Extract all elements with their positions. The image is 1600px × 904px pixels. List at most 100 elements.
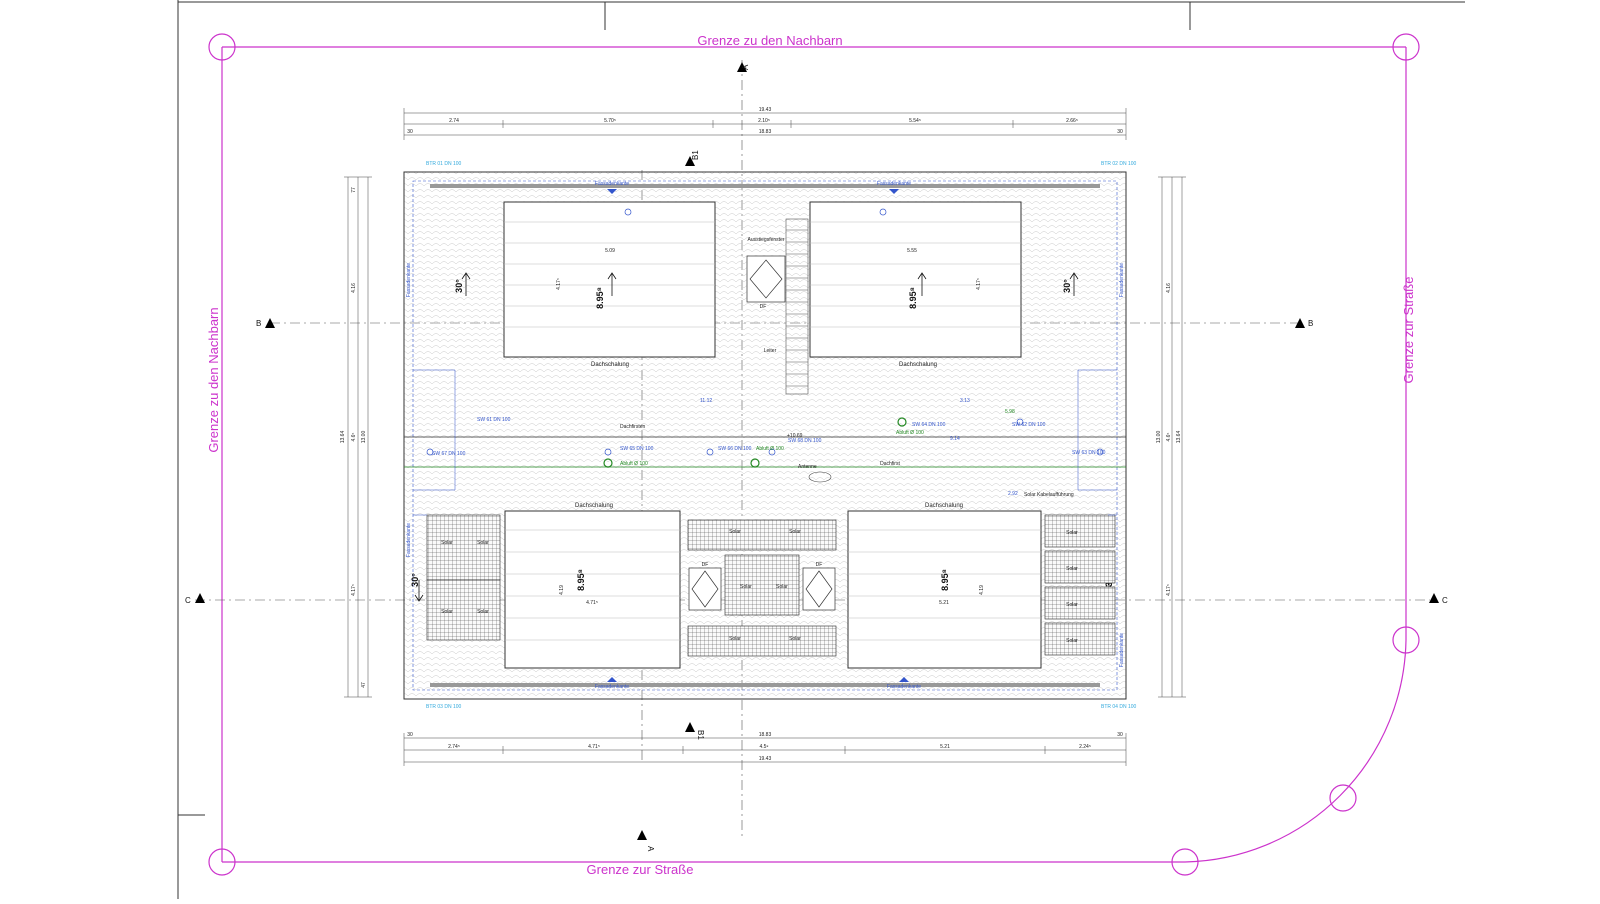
eave-height-top-left: 8.95⁸ <box>595 287 605 309</box>
abluft-label-1: Abluft Ø 100 <box>620 461 648 467</box>
dim-top-left-height: 4.17⁵ <box>556 278 562 290</box>
section-label-c-left: C <box>185 596 191 605</box>
drain-label-8: SW 68 DN 100 <box>788 438 822 444</box>
facade-label-top-left: Fassadenkante <box>595 181 629 187</box>
shell-label-bottom-right: Dachschalung <box>925 503 963 509</box>
facade-label-left-top: Fassadenkante <box>406 263 412 297</box>
section-label-c-right: C <box>1442 596 1448 605</box>
shell-label-top-left: Dachschalung <box>591 362 629 368</box>
facade-label-right-bottom: Fassadenkante <box>1119 633 1125 667</box>
eave-height-bottom-right: 8.95⁸ <box>940 569 950 591</box>
pitch-top-left: 30° <box>454 279 464 293</box>
drain-label-1: SW 61 DN 100 <box>477 417 511 423</box>
roof-plan-svg: Grenze zu den Nachbarn Grenze zur Straße… <box>177 0 1465 899</box>
top-right-shell <box>809 201 1022 358</box>
abluft-label-2: Abluft Ø 100 <box>756 446 784 452</box>
eave-height-bottom-left: 8.95⁸ <box>576 569 586 591</box>
dim-left-b: 4.6⁵ <box>351 432 357 441</box>
section-label-b-left: B <box>256 319 261 328</box>
ladder-label: Leiter <box>764 348 777 354</box>
drain-label-5: SW 65 DN 100 <box>620 446 654 452</box>
boundary-corner-marker <box>1329 784 1357 812</box>
skylight-df-right: DF <box>816 562 823 568</box>
drain-label-7: SW 67 DN 100 <box>432 451 466 457</box>
pitch-top-right: 30° <box>1062 279 1072 293</box>
dim-left-inner: 13.00 <box>361 431 367 444</box>
dim-top-left-width: 5.09 <box>605 248 615 254</box>
dim-bottom-total: 19.43 <box>759 756 772 762</box>
dim-right-a: 4.16 <box>1166 283 1172 293</box>
antenna-label: Antenne <box>798 464 817 470</box>
dim-top-right-height: 4.17⁵ <box>976 278 982 290</box>
dim-bottom-left-height: 4.19 <box>559 585 565 595</box>
boundary-label-left: Grenze zu den Nachbarn <box>206 307 221 452</box>
solar-label: Solar <box>477 609 489 615</box>
roof-plan-drawing: Grenze zu den Nachbarn Grenze zur Straße… <box>0 0 1600 899</box>
solar-label: Solar <box>441 540 453 546</box>
dim-top-total: 19.43 <box>759 107 772 113</box>
drain-label-6: SW 66 DN 100 <box>718 446 752 452</box>
facade-label-left-bottom: Fassadenkante <box>406 523 412 557</box>
dim-bottom-5: 2.24⁵ <box>1079 744 1091 750</box>
dim-right-c: 4.17⁵ <box>1166 584 1172 596</box>
dim-bottom-right-end: 30 <box>1117 732 1123 738</box>
dim-bottom-left-end: 30 <box>407 732 413 738</box>
section-label-a-bottom: A <box>646 846 655 852</box>
solar-label: Solar <box>740 584 752 590</box>
solar-label: Solar <box>776 584 788 590</box>
ridge-label-right: Dachfirst <box>880 461 900 467</box>
dim-top-1: 2.74 <box>449 118 459 124</box>
dim-top-inner: 18.83 <box>759 129 772 135</box>
dim-bottom-inner: 18.83 <box>759 732 772 738</box>
facade-label-bottom-right: Fassadenkante <box>887 684 921 690</box>
mid-dim-d: 5.98 <box>1005 409 1015 415</box>
dim-bottom-right-height: 4.19 <box>979 585 985 595</box>
dim-top-4: 5.54⁵ <box>909 118 921 124</box>
dim-top-5: 2.66⁵ <box>1066 118 1078 124</box>
dim-top-3: 2.10⁵ <box>758 118 770 124</box>
solar-label: Solar <box>789 636 801 642</box>
dim-right-b: 4.6⁵ <box>1166 432 1172 441</box>
shell-label-top-right: Dachschalung <box>899 362 937 368</box>
corner-tag-br: BTR 04 DN 100 <box>1101 704 1137 710</box>
corner-tag-tr: BTR 02 DN 100 <box>1101 161 1137 167</box>
dim-left-e: 77 <box>351 187 357 193</box>
ridge-label-left: Dachfirsten <box>620 424 646 430</box>
solar-label: Solar <box>729 636 741 642</box>
solar-label: Solar <box>1066 530 1078 536</box>
dim-left-c: 4.17⁵ <box>351 584 357 596</box>
corner-tag-tl: BTR 01 DN 100 <box>426 161 462 167</box>
roof-hatch <box>746 255 786 303</box>
dim-bottom-2: 4.71⁵ <box>588 744 600 750</box>
dim-bottom-1: 2.74⁵ <box>448 744 460 750</box>
dim-top-left-end: 30 <box>407 129 413 135</box>
hatch-df-label: DF <box>760 304 767 310</box>
solar-label: Solar <box>729 529 741 535</box>
facade-label-top-right: Fassadenkante <box>877 181 911 187</box>
facade-label-bottom-left: Fassadenkante <box>595 684 629 690</box>
hatch-label: Ausstiegsfenster <box>748 237 785 243</box>
dim-bottom-3: 4.5⁹ <box>759 744 768 750</box>
mid-dim-e: 2.92 <box>1008 491 1018 497</box>
boundary-label-bottom: Grenze zur Straße <box>587 862 694 877</box>
section-label-b1-top: B1 <box>691 150 700 160</box>
section-label-a-top: A <box>741 64 750 70</box>
dim-bottom-left-width: 4.71⁵ <box>586 600 598 606</box>
solar-label: Solar <box>1066 566 1078 572</box>
eave-height-top-right: 8.95⁸ <box>908 287 918 309</box>
dim-bottom-4: 5.21 <box>940 744 950 750</box>
dim-top-right-end: 30 <box>1117 129 1123 135</box>
drain-label-3: SW 63 DN 100 <box>1072 450 1106 456</box>
section-arrow-c-right <box>1429 593 1439 603</box>
cable-label: Solar Kabelaufführung <box>1024 492 1074 498</box>
facade-label-right-top: Fassadenkante <box>1119 263 1125 297</box>
dim-left-total: 13.64 <box>340 431 346 444</box>
dim-top-2: 5.70⁵ <box>604 118 616 124</box>
dim-top-right-width: 5.55 <box>907 248 917 254</box>
section-label-b-right: B <box>1308 319 1313 328</box>
mid-dim-c: 9.14 <box>950 436 960 442</box>
pitch-bottom-left: 30° <box>410 573 420 587</box>
bottom-left-shell <box>504 510 681 669</box>
mid-dim-a: 11.12 <box>700 398 712 404</box>
section-arrow-a-bottom <box>637 830 647 840</box>
